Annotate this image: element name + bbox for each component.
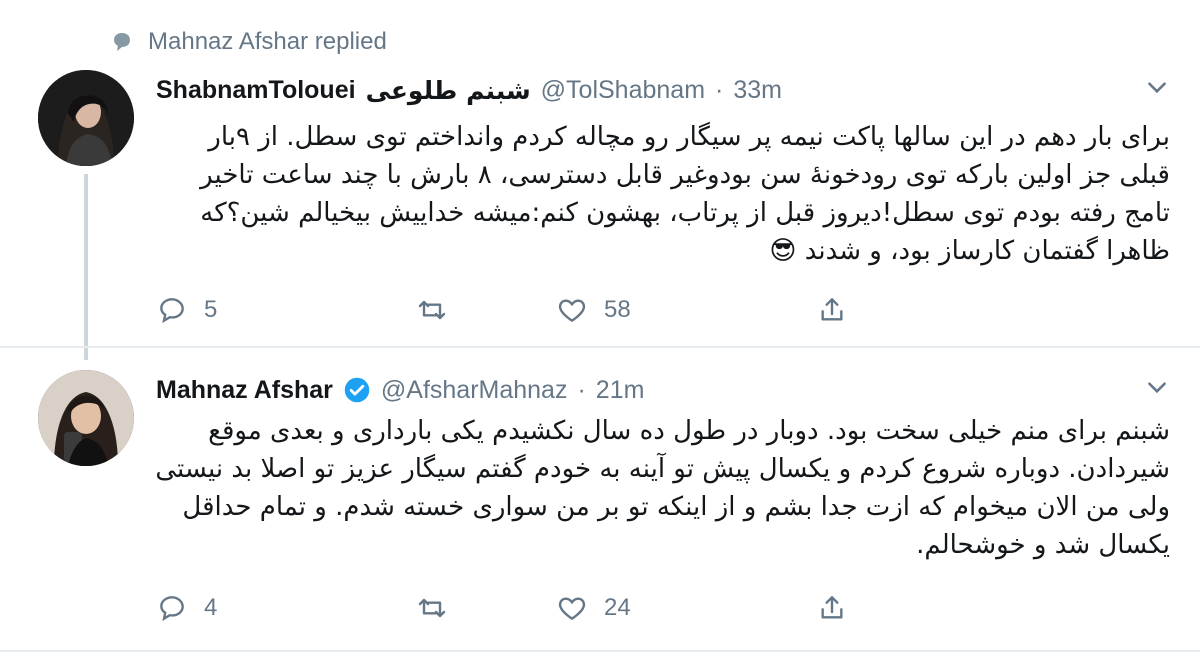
share-icon [821, 298, 843, 321]
separator: · [715, 75, 724, 104]
share-button[interactable] [816, 294, 848, 326]
share-icon [821, 596, 843, 619]
tweet-text: شبنم برای منم خیلی سخت بود. دوبار در طول… [155, 416, 1170, 560]
display-name[interactable]: Mahnaz Afshar [156, 376, 333, 405]
tweet[interactable]: ShabnamTolouei شبنم طلوعی @TolShabnam · … [0, 60, 1200, 345]
chevron-down-icon[interactable] [1144, 374, 1170, 400]
display-name-fa[interactable]: شبنم طلوعی [366, 76, 531, 105]
reply-context-text: Mahnaz Afshar replied [148, 28, 387, 55]
reply-icon [160, 298, 184, 324]
retweet-button[interactable] [416, 294, 556, 326]
like-count: 24 [604, 594, 631, 621]
like-count: 58 [604, 296, 631, 323]
retweet-icon [418, 300, 446, 320]
tweet-actions: 5 58 [156, 290, 1016, 330]
retweet-icon [418, 598, 446, 618]
separator: · [577, 375, 586, 404]
chevron-down-icon[interactable] [1144, 74, 1170, 100]
tweet[interactable]: Mahnaz Afshar @AfsharMahnaz · 21m شبنم ب… [0, 352, 1200, 669]
heart-icon [558, 299, 586, 323]
reply-count: 5 [204, 296, 218, 323]
handle[interactable]: @AfsharMahnaz [381, 376, 568, 405]
reply-button[interactable]: 4 [156, 592, 296, 624]
tweet-divider [0, 346, 1200, 348]
tweet-header: Mahnaz Afshar @AfsharMahnaz · 21m [156, 370, 644, 410]
heart-icon [558, 597, 586, 621]
display-name[interactable]: ShabnamTolouei [156, 76, 356, 105]
avatar[interactable] [38, 370, 134, 466]
speech-bubble-icon [114, 33, 130, 51]
handle[interactable]: @TolShabnam [541, 76, 705, 105]
verified-badge-icon [344, 377, 370, 403]
timestamp[interactable]: 21m [596, 376, 645, 405]
timeline-border [0, 650, 1200, 652]
reply-count: 4 [204, 594, 218, 621]
avatar[interactable] [38, 70, 134, 166]
timestamp[interactable]: 33m [733, 76, 782, 105]
tweet-text: برای بار دهم در این سالها پاکت نیمه پر س… [200, 122, 1170, 266]
like-button[interactable]: 24 [556, 592, 696, 624]
reply-icon [160, 596, 184, 622]
reply-button[interactable]: 5 [156, 294, 296, 326]
tweet-actions: 4 24 [156, 588, 1016, 628]
tweet-header: ShabnamTolouei شبنم طلوعی @TolShabnam · … [156, 70, 782, 110]
like-button[interactable]: 58 [556, 294, 696, 326]
reply-context: Mahnaz Afshar replied [110, 22, 387, 62]
retweet-button[interactable] [416, 592, 556, 624]
share-button[interactable] [816, 592, 848, 624]
